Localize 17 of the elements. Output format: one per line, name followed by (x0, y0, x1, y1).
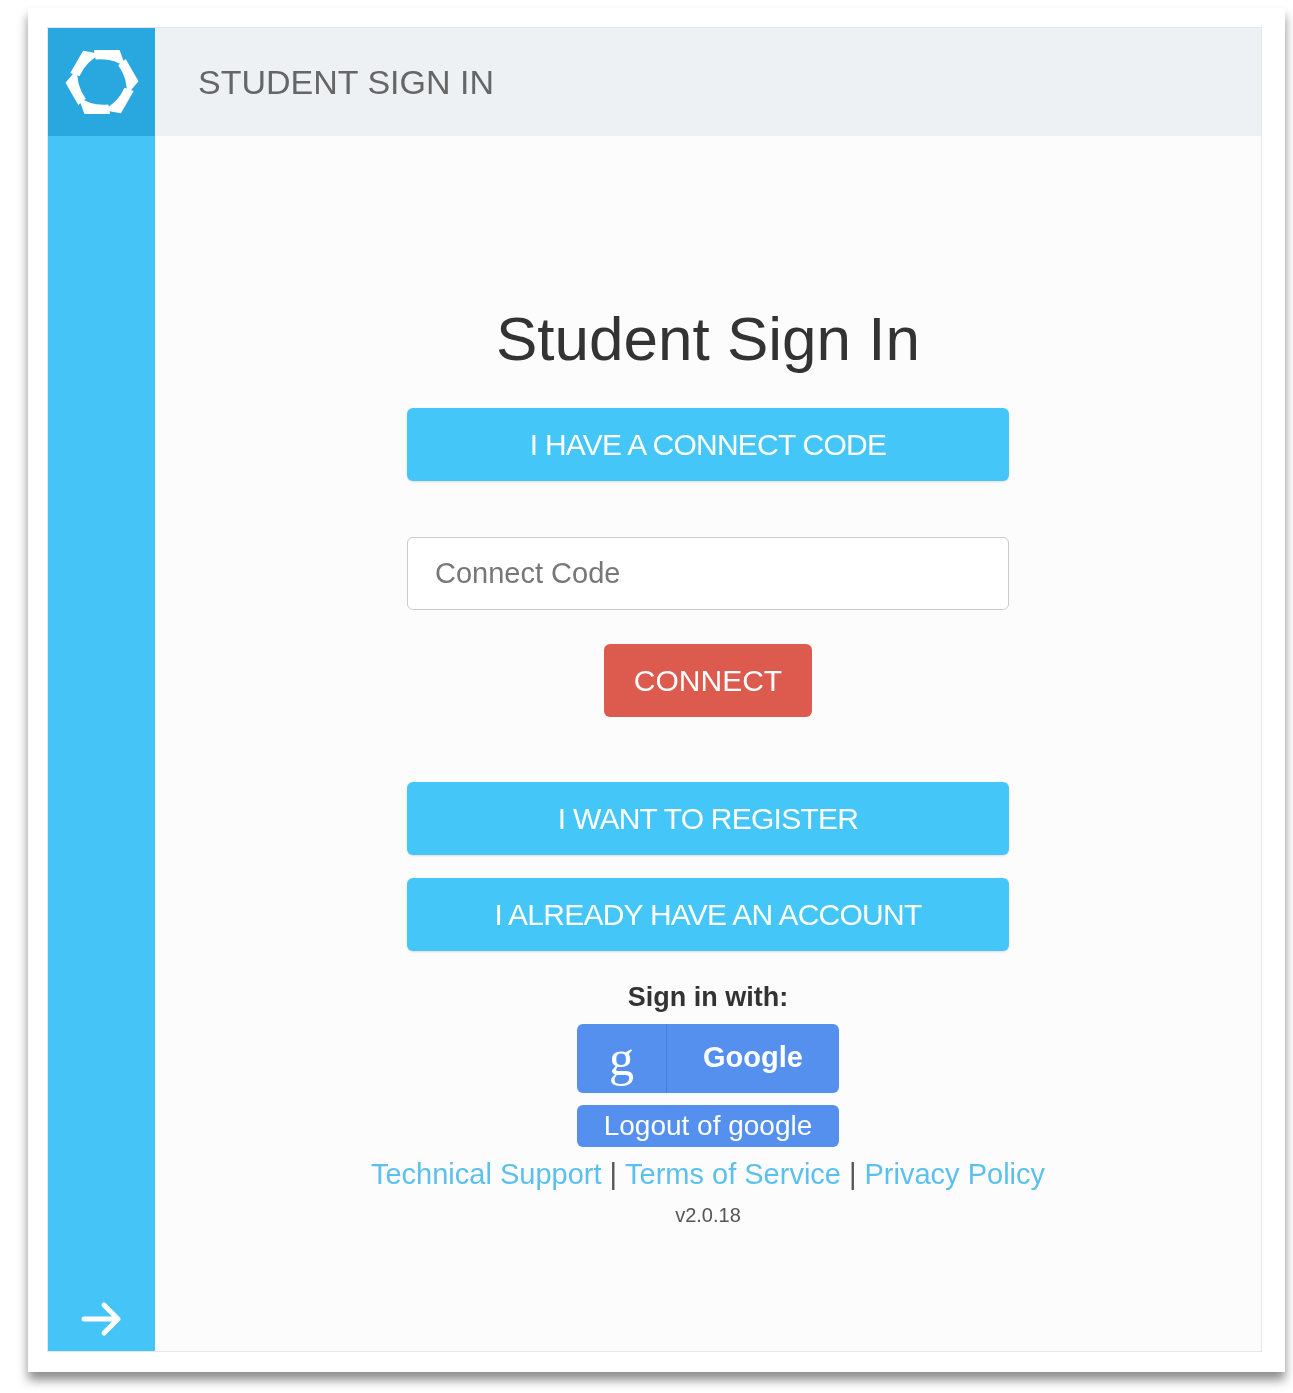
version-text: v2.0.18 (675, 1203, 741, 1228)
link-separator: | (609, 1156, 618, 1192)
link-separator: | (849, 1156, 857, 1192)
connect-button[interactable]: CONNECT (604, 644, 812, 717)
sign-in-with-label: Sign in with: (627, 981, 789, 1014)
footer-link[interactable]: Technical Support (370, 1152, 602, 1196)
account-button[interactable]: I ALREADY HAVE AN ACCOUNT (407, 878, 1009, 951)
footer-link[interactable]: Terms of Service (625, 1152, 841, 1196)
google-button[interactable]: g Google (577, 1023, 839, 1093)
google-label: Google (702, 1040, 804, 1076)
footer-link[interactable]: Privacy Policy (864, 1152, 1046, 1196)
register-button[interactable]: I WANT TO REGISTER (407, 782, 1009, 855)
google-glyph: g (577, 1023, 667, 1093)
logout-google-button[interactable]: Logout of google (577, 1104, 839, 1147)
connect-code-button[interactable]: I HAVE A CONNECT CODE (407, 408, 1009, 481)
header-title: STUDENT SIGN IN (198, 61, 494, 103)
connect-code-field[interactable]: Connect Code (407, 537, 1009, 610)
